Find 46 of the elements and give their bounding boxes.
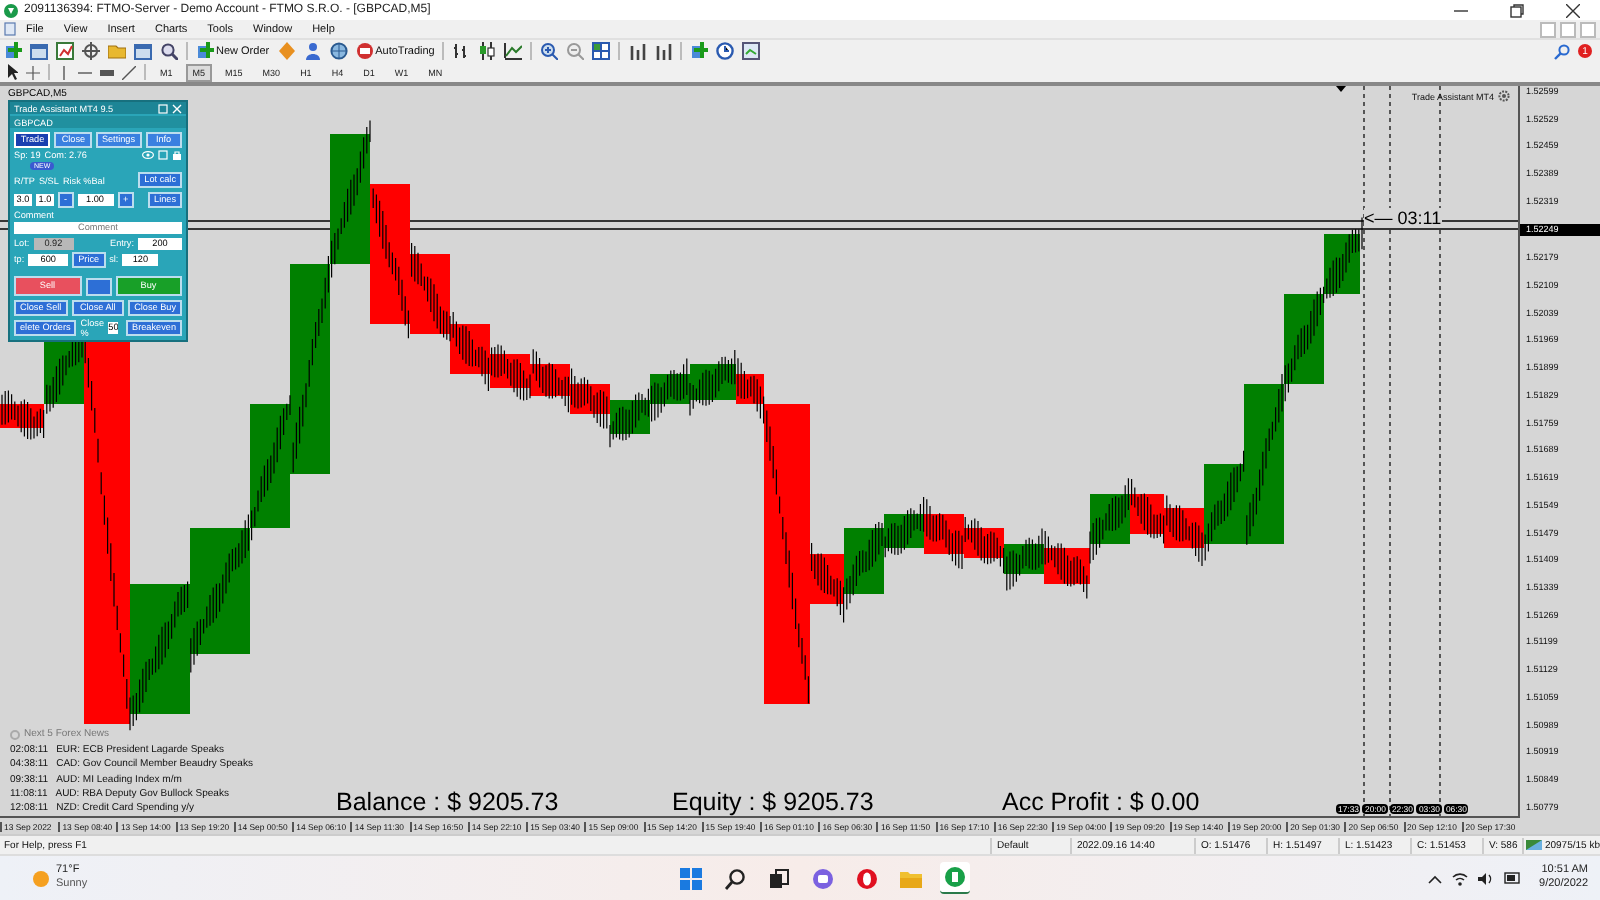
vertical-line-icon[interactable] (58, 65, 70, 79)
window-icon[interactable] (30, 42, 48, 60)
globe-icon[interactable] (329, 42, 348, 60)
eye-icon[interactable] (142, 149, 154, 160)
balance-label: Balance : $ 9205.73 (336, 788, 559, 816)
zoom-out-icon[interactable] (566, 42, 585, 60)
restore-icon[interactable] (1509, 3, 1523, 17)
crosshair-icon[interactable] (82, 42, 100, 60)
plus-icon[interactable] (690, 42, 709, 60)
close-icon[interactable] (1565, 3, 1579, 17)
order-type-button[interactable] (85, 277, 111, 296)
copy-icon[interactable] (158, 149, 168, 160)
line-chart-icon[interactable] (504, 42, 523, 60)
bar-chart-icon[interactable] (452, 42, 471, 60)
search-icon[interactable] (724, 867, 746, 889)
grid-icon[interactable] (592, 42, 611, 60)
chat-icon[interactable] (812, 867, 834, 889)
chart-icon[interactable] (56, 42, 74, 60)
profit-label: Acc Profit : $ 0.00 (1002, 788, 1200, 816)
news-icon (10, 729, 20, 739)
zoom-in-icon[interactable] (540, 42, 559, 60)
bars-up-icon[interactable] (654, 42, 673, 60)
cursor-icon[interactable] (6, 64, 18, 80)
chevron-up-icon[interactable] (1427, 873, 1442, 883)
template-icon[interactable] (742, 42, 761, 60)
windows-start-icon[interactable] (680, 867, 702, 889)
opera-icon[interactable] (856, 867, 878, 889)
clock-icon[interactable] (716, 42, 735, 60)
bars-up-icon[interactable] (628, 42, 647, 60)
battery-icon[interactable] (1503, 872, 1522, 884)
candlestick-icon[interactable] (478, 42, 497, 60)
task-view-icon[interactable] (768, 867, 790, 889)
person-icon[interactable] (303, 42, 322, 60)
connection-icon (1526, 840, 1543, 850)
magnifier-icon[interactable] (160, 42, 178, 60)
trendline-icon[interactable] (122, 65, 136, 79)
crosshair-icon[interactable] (26, 65, 40, 79)
window-icon[interactable] (134, 42, 152, 60)
gear-icon[interactable] (1498, 90, 1510, 102)
trading-app-icon[interactable] (944, 866, 966, 888)
speaker-icon[interactable] (1477, 871, 1494, 885)
equity-label: Equity : $ 9205.73 (672, 788, 874, 816)
countdown-timer: <— 03:11 (1364, 208, 1442, 228)
plus-icon (196, 42, 214, 60)
lock-icon[interactable] (172, 149, 182, 160)
wifi-icon[interactable] (1451, 871, 1468, 885)
